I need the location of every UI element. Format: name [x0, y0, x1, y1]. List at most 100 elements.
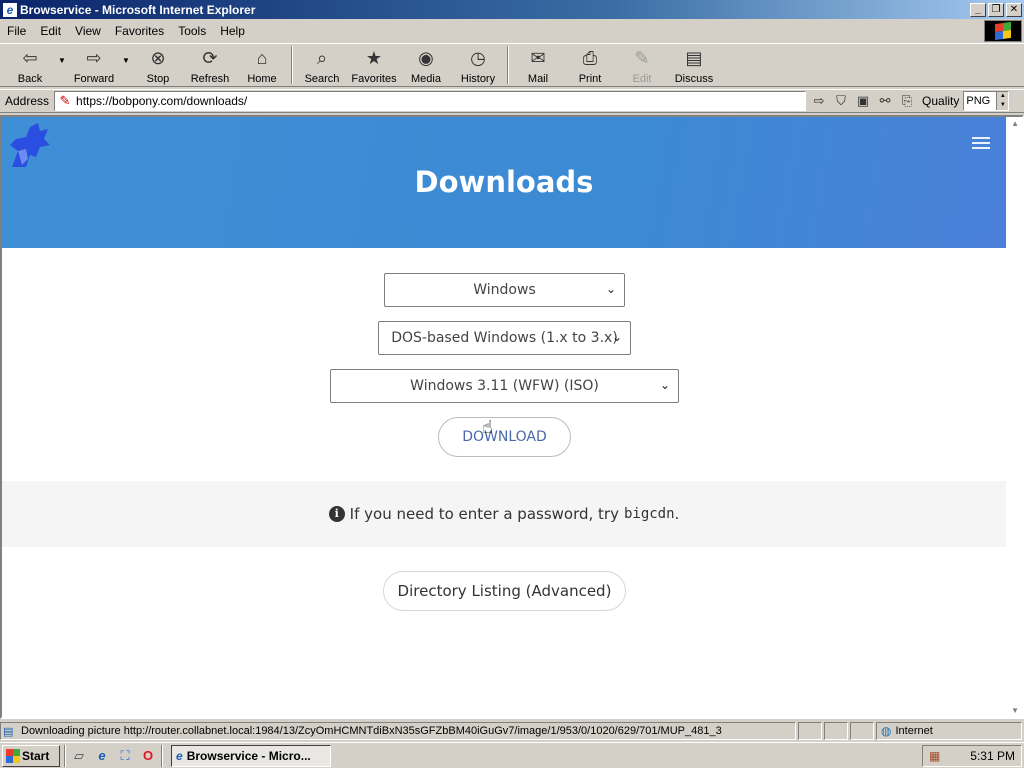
search-button[interactable]: ⌕ Search	[296, 44, 348, 86]
history-button[interactable]: ◷ History	[452, 44, 504, 86]
tray-app-icon[interactable]: ▦	[929, 749, 940, 763]
start-button[interactable]: Start	[2, 744, 60, 767]
mail-button[interactable]: ✉ Mail	[512, 44, 564, 86]
search-icon: ⌕	[316, 47, 328, 68]
window-title: Browservice - Microsoft Internet Explore…	[20, 2, 256, 17]
address-url: https://bobpony.com/downloads/	[76, 94, 248, 108]
show-desktop-icon[interactable]: ▱	[70, 747, 88, 765]
discuss-button[interactable]: ▤ Discuss	[668, 44, 720, 86]
favorites-button[interactable]: ★ Favorites	[348, 44, 400, 86]
menu-help[interactable]: Help	[213, 24, 252, 38]
family-select[interactable]: DOS-based Windows (1.x to 3.x) ⌄	[378, 321, 631, 355]
back-label: Back	[17, 73, 43, 85]
discuss-label: Discuss	[674, 73, 714, 85]
refresh-label: Refresh	[190, 73, 230, 85]
menu-tools[interactable]: Tools	[171, 24, 213, 38]
bookmark-icon[interactable]: ⛉	[832, 92, 850, 110]
start-label: Start	[22, 748, 50, 763]
save-page-icon[interactable]: ▣	[854, 92, 872, 110]
print-button[interactable]: ⎙ Print	[564, 44, 616, 86]
media-label: Media	[411, 73, 441, 85]
maximize-button[interactable]: ❐	[988, 2, 1004, 17]
ie-icon: e	[176, 748, 183, 763]
minimize-button[interactable]: _	[970, 2, 986, 17]
ie-quicklaunch-icon[interactable]: e	[93, 747, 111, 765]
clock[interactable]: 5:31 PM	[970, 749, 1015, 763]
scroll-down-icon[interactable]: ▼	[1011, 706, 1019, 715]
refresh-icon: ⟳	[202, 47, 218, 68]
taskbar: Start ▱ e ⛶ O e Browservice - Micro... ▦…	[0, 742, 1024, 768]
back-dropdown[interactable]: ▼	[56, 44, 68, 86]
toolbar-separator	[507, 46, 509, 84]
network-icon[interactable]: ⛶	[116, 747, 134, 765]
page-loading-icon: ▤	[3, 725, 14, 738]
menu-bar: File Edit View Favorites Tools Help	[0, 20, 1024, 42]
standard-toolbar: ⇦ Back ▼ ⇨ Forward ▼ ⊗ Stop ⟳ Refresh ⌂ …	[0, 43, 1024, 87]
chevron-down-icon: ⌄	[659, 378, 670, 392]
history-icon: ◷	[470, 47, 486, 68]
close-button[interactable]: ✕	[1006, 2, 1022, 17]
home-label: Home	[247, 73, 277, 85]
back-arrow-icon: ⇦	[22, 47, 38, 68]
site-logo-icon[interactable]	[4, 121, 52, 169]
chevron-down-icon: ⌄	[611, 330, 622, 344]
vertical-scrollbar[interactable]: ▲ ▼	[1006, 117, 1022, 717]
find-binoculars-icon[interactable]: ⚯	[876, 92, 894, 110]
mail-label: Mail	[527, 73, 549, 85]
page-title: Downloads	[414, 165, 594, 199]
menu-edit[interactable]: Edit	[33, 24, 68, 38]
forward-dropdown[interactable]: ▼	[120, 44, 132, 86]
home-icon: ⌂	[256, 47, 268, 68]
globe-icon: ◍	[881, 724, 892, 738]
scroll-up-icon[interactable]: ▲	[1011, 119, 1019, 128]
task-browservice[interactable]: e Browservice - Micro...	[171, 744, 331, 767]
quality-spinner[interactable]: ▲ ▼	[996, 92, 1009, 110]
search-label: Search	[304, 73, 340, 85]
taskbar-separator	[161, 744, 163, 767]
password-code: bigcdn	[623, 506, 675, 522]
menu-favorites[interactable]: Favorites	[108, 24, 171, 38]
back-button[interactable]: ⇦ Back	[4, 44, 56, 86]
hamburger-menu-icon[interactable]	[972, 137, 990, 149]
quality-label: Quality	[922, 94, 960, 108]
edit-icon: ✎	[634, 47, 650, 68]
hero-banner: Downloads	[2, 117, 1006, 248]
info-text: If you need to enter a password, try	[349, 505, 619, 523]
mail-icon: ✉	[530, 47, 546, 68]
status-cell	[798, 722, 822, 740]
address-label: Address	[5, 94, 50, 108]
taskbar-separator	[64, 744, 66, 767]
directory-listing-button[interactable]: Directory Listing (Advanced)	[383, 571, 626, 611]
os-select-value: Windows	[473, 282, 536, 298]
ie-icon: e	[3, 2, 17, 17]
edit-button[interactable]: ✎ Edit	[616, 44, 668, 86]
os-select[interactable]: Windows ⌄	[384, 273, 625, 307]
version-select[interactable]: Windows 3.11 (WFW) (ISO) ⌄	[330, 369, 679, 403]
toolbar-separator	[291, 46, 293, 84]
stop-button[interactable]: ⊗ Stop	[132, 44, 184, 86]
home-button[interactable]: ⌂ Home	[236, 44, 288, 86]
media-button[interactable]: ◉ Media	[400, 44, 452, 86]
menu-file[interactable]: File	[0, 24, 33, 38]
status-text: Downloading picture http://router.collab…	[21, 725, 722, 737]
address-input[interactable]: ✎ https://bobpony.com/downloads/	[54, 91, 807, 111]
forward-button[interactable]: ⇨ Forward	[68, 44, 120, 86]
forward-arrow-icon: ⇨	[86, 47, 102, 68]
address-bar: Address ✎ https://bobpony.com/downloads/…	[0, 89, 1024, 113]
favorites-label: Favorites	[351, 73, 397, 85]
family-select-value: DOS-based Windows (1.x to 3.x)	[391, 330, 618, 346]
menu-view[interactable]: View	[68, 24, 108, 38]
download-button[interactable]: DOWNLOAD	[438, 417, 571, 457]
quality-select[interactable]: PNG ▲ ▼	[963, 91, 1010, 111]
opera-icon[interactable]: O	[139, 747, 157, 765]
system-tray: ▦ 5:31 PM	[922, 745, 1022, 767]
info-period: .	[674, 505, 680, 523]
security-zone: ◍ Internet	[876, 722, 1022, 740]
quality-value: PNG	[966, 95, 991, 107]
status-cell	[824, 722, 848, 740]
go-arrow-icon[interactable]: ⇨	[810, 92, 828, 110]
refresh-button[interactable]: ⟳ Refresh	[184, 44, 236, 86]
stop-icon: ⊗	[150, 47, 166, 68]
clipboard-icon[interactable]: ⎘	[898, 92, 916, 110]
web-page: Downloads Windows ⌄ DOS-based Windows (1…	[2, 117, 1006, 717]
